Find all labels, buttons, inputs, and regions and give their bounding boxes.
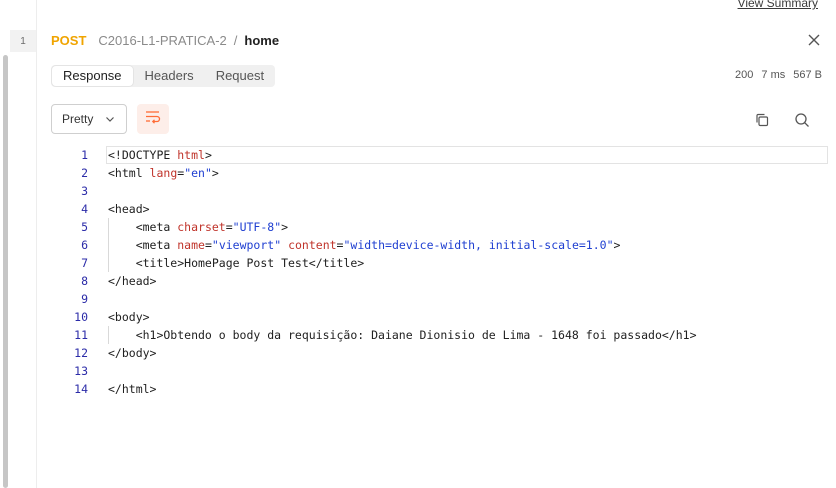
format-dropdown[interactable]: Pretty: [51, 104, 127, 134]
line-text: <meta charset="UTF-8">: [108, 218, 288, 236]
code-token: >: [613, 238, 621, 252]
indent-guide: [108, 218, 109, 272]
code-token: charset: [177, 220, 226, 234]
format-selected-value: Pretty: [62, 112, 94, 126]
code-token: =: [204, 238, 212, 252]
line-number: 2: [81, 166, 88, 180]
line-number: 6: [81, 238, 88, 252]
line-text: <body>: [108, 308, 150, 326]
collection-name[interactable]: C2016-L1-PRATICA-2: [98, 33, 226, 48]
status-code: 200: [735, 69, 754, 81]
breadcrumb-separator: /: [233, 32, 238, 48]
line-text: <h1>Obtendo o body da requisição: Daiane…: [108, 326, 697, 344]
code-line: 4 <head>: [60, 200, 826, 218]
code-token: content: [288, 238, 337, 252]
line-number: 7: [81, 256, 88, 270]
code-token: </body>: [108, 346, 157, 360]
line-number: 13: [74, 364, 88, 378]
line-number: 5: [81, 220, 88, 234]
tab-headers[interactable]: Headers: [134, 65, 205, 87]
line-number: 12: [74, 346, 88, 360]
indent-guide: [108, 326, 109, 344]
code-line: 9: [60, 290, 826, 308]
code-token: <meta: [108, 238, 178, 252]
code-token: </html>: [108, 382, 157, 396]
line-number: 1: [81, 148, 88, 162]
code-line: 6 <meta name="viewport" content="width=d…: [60, 236, 826, 254]
request-name: home: [244, 32, 280, 48]
code-token: name: [177, 238, 205, 252]
wrap-lines-button[interactable]: [137, 104, 169, 134]
tab-response[interactable]: Response: [52, 66, 133, 86]
code-line: 14 </html>: [60, 380, 826, 398]
response-time: 7 ms: [761, 69, 786, 81]
line-number: 8: [81, 274, 88, 288]
code-line: 1 <!DOCTYPE html>: [60, 146, 826, 164]
code-line: 10 <body>: [60, 308, 826, 326]
left-scrollbar[interactable]: [3, 55, 8, 488]
code-line: 5 <meta charset="UTF-8">: [60, 218, 826, 236]
line-text: <title>HomePage Post Test</title>: [108, 254, 365, 272]
history-badge[interactable]: 1: [10, 30, 36, 52]
left-rail: 1: [0, 0, 37, 488]
close-icon[interactable]: [804, 30, 824, 50]
code-token: "en": [184, 166, 212, 180]
code-token: <title>HomePage Post Test</title>: [108, 256, 365, 270]
line-number: 11: [74, 328, 88, 342]
line-number: 10: [74, 310, 88, 324]
line-number: 14: [74, 382, 88, 396]
tab-request[interactable]: Request: [205, 65, 275, 87]
code-line: 2 <html lang="en">: [60, 164, 826, 182]
line-text: <meta name="viewport" content="width=dev…: [108, 236, 621, 254]
code-line: 8 </head>: [60, 272, 826, 290]
request-breadcrumb: POST C2016-L1-PRATICA-2 / home: [51, 31, 279, 49]
code-line: 7 <title>HomePage Post Test</title>: [60, 254, 826, 272]
code-token: >: [211, 166, 219, 180]
copy-icon[interactable]: [752, 110, 772, 130]
wrap-lines-icon: [145, 110, 161, 129]
search-icon[interactable]: [792, 110, 812, 130]
code-token: <body>: [108, 310, 150, 324]
code-token: <meta: [108, 220, 178, 234]
code-token: "viewport": [211, 238, 282, 252]
line-number: 3: [81, 184, 88, 198]
chevron-down-icon: [104, 113, 116, 125]
line-text: </html>: [108, 380, 156, 398]
line-number: 9: [81, 292, 88, 306]
response-size: 567 B: [793, 69, 822, 81]
code-token: >: [281, 220, 289, 234]
line-text: <head>: [108, 200, 150, 218]
code-token: "UTF-8": [232, 220, 282, 234]
code-token: lang: [149, 166, 178, 180]
response-tabs: Response Headers Request: [51, 65, 276, 87]
code-token: <!DOCTYPE: [108, 148, 178, 162]
code-line: 13: [60, 362, 826, 380]
code-line: 12 </body>: [60, 344, 826, 362]
code-token: "width=device-width, initial-scale=1.0": [343, 238, 614, 252]
code-token: =: [225, 220, 233, 234]
code-token: <h1>Obtendo o body da requisição: Daiane…: [108, 328, 697, 342]
code-token: </head>: [108, 274, 157, 288]
response-status: 200 7 ms 567 B: [735, 69, 822, 81]
view-summary-link[interactable]: View Summary: [738, 0, 818, 10]
line-text: <!DOCTYPE html>: [108, 146, 212, 164]
code-token: <head>: [108, 202, 150, 216]
code-line: 3: [60, 182, 826, 200]
line-text: </body>: [108, 344, 156, 362]
response-body-editor[interactable]: 1 <!DOCTYPE html> 2 <html lang="en"> 3 4 <head…: [60, 146, 828, 398]
code-token: >: [204, 148, 212, 162]
line-text: <html lang="en">: [108, 164, 219, 182]
code-token: <html: [108, 166, 150, 180]
code-token: html: [177, 148, 205, 162]
line-text: </head>: [108, 272, 156, 290]
method-label: POST: [51, 32, 87, 48]
code-line: 11 <h1>Obtendo o body da requisição: Dai…: [60, 326, 826, 344]
line-number: 4: [81, 202, 88, 216]
